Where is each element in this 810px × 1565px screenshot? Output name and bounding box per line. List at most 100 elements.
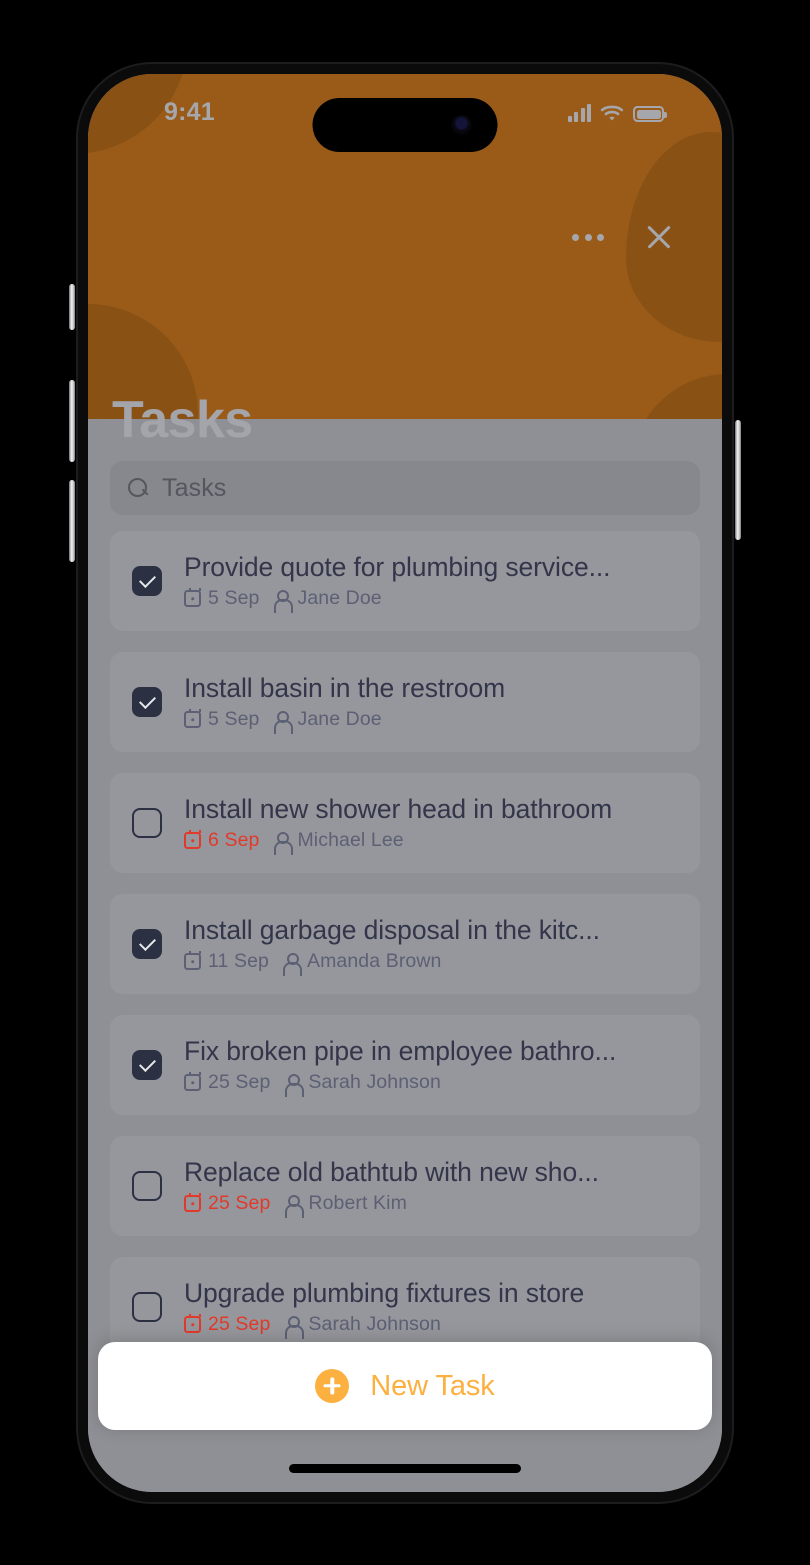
- person-icon: [283, 1315, 304, 1340]
- status-bar-indicators: [567, 100, 667, 122]
- page-title: Tasks: [112, 391, 253, 449]
- task-date-label: 25 Sep: [208, 1313, 271, 1336]
- task-title: Provide quote for plumbing service...: [184, 551, 611, 582]
- task-due-date: 5 Sep: [184, 708, 259, 731]
- task-row[interactable]: Fix broken pipe in employee bathro... 25 …: [110, 1015, 700, 1115]
- task-due-date: 11 Sep: [184, 950, 269, 973]
- calendar-icon: [184, 708, 201, 729]
- calendar-icon: [184, 829, 201, 850]
- search-placeholder: Tasks: [162, 473, 227, 502]
- task-date-label: 25 Sep: [208, 1192, 271, 1215]
- calendar-icon: [184, 1192, 201, 1213]
- task-assignee: Sarah Johnson: [283, 1071, 441, 1098]
- person-icon: [282, 952, 303, 977]
- front-camera-icon: [451, 115, 472, 135]
- task-row[interactable]: Provide quote for plumbing service... 5 S…: [110, 531, 700, 631]
- task-assignee-label: Robert Kim: [308, 1192, 407, 1215]
- silent-switch-button[interactable]: [69, 284, 75, 330]
- task-meta: 6 Sep Michael Lee: [184, 829, 678, 856]
- volume-up-button[interactable]: [69, 380, 75, 462]
- decorative-blob-bottom-right: [632, 374, 722, 419]
- status-bar-time: 9:41: [164, 98, 215, 126]
- new-task-button[interactable]: New Task: [98, 1342, 712, 1430]
- task-assignee-label: Sarah Johnson: [308, 1071, 441, 1094]
- task-title: Fix broken pipe in employee bathro...: [184, 1035, 617, 1066]
- task-title: Install basin in the restroom: [184, 672, 506, 703]
- task-date-label: 11 Sep: [208, 950, 269, 973]
- task-title: Replace old bathtub with new sho...: [184, 1156, 599, 1187]
- task-assignee-label: Jane Doe: [297, 587, 382, 610]
- task-assignee-label: Sarah Johnson: [308, 1313, 441, 1336]
- new-task-label: New Task: [370, 1369, 495, 1402]
- task-body: Install basin in the restroom 5 Sep Jane D…: [184, 672, 678, 735]
- task-checkbox-checked[interactable]: [132, 566, 162, 596]
- task-body: Upgrade plumbing fixtures in store 25 Sep…: [184, 1277, 678, 1340]
- task-meta: 25 Sep Robert Kim: [184, 1192, 678, 1219]
- task-title: Install garbage disposal in the kitc...: [184, 914, 600, 945]
- task-due-date: 25 Sep: [184, 1192, 270, 1215]
- task-due-date: 6 Sep: [184, 829, 259, 852]
- task-body: Install new shower head in bathroom 6 Sep…: [184, 793, 678, 856]
- task-title: Upgrade plumbing fixtures in store: [184, 1277, 585, 1308]
- task-date-label: 5 Sep: [208, 587, 260, 610]
- phone-screen: 9:41 Tasks Tasks Provide quote for plumb…: [88, 74, 722, 1492]
- task-meta: 11 Sep Amanda Brown: [184, 950, 678, 977]
- task-sheet: Tasks Provide quote for plumbing service…: [88, 419, 722, 1492]
- task-body: Provide quote for plumbing service... 5 S…: [184, 551, 678, 614]
- task-body: Replace old bathtub with new sho... 25 Se…: [184, 1156, 678, 1219]
- person-icon: [272, 831, 293, 856]
- task-checkbox-unchecked[interactable]: [132, 1292, 162, 1322]
- dynamic-island: [312, 98, 498, 152]
- person-icon: [272, 589, 293, 614]
- task-assignee-label: Michael Lee: [297, 829, 404, 852]
- task-checkbox-unchecked[interactable]: [132, 808, 162, 838]
- calendar-icon: [184, 950, 201, 971]
- person-icon: [283, 1194, 304, 1219]
- task-assignee: Sarah Johnson: [283, 1313, 441, 1340]
- calendar-icon: [184, 1071, 201, 1092]
- task-checkbox-checked[interactable]: [132, 1050, 162, 1080]
- person-icon: [283, 1073, 304, 1098]
- task-checkbox-unchecked[interactable]: [132, 1171, 162, 1201]
- task-assignee-label: Amanda Brown: [306, 950, 442, 973]
- search-icon: [128, 477, 149, 499]
- battery-icon: [633, 106, 667, 122]
- task-body: Fix broken pipe in employee bathro... 25 …: [184, 1035, 678, 1098]
- task-meta: 5 Sep Jane Doe: [184, 708, 678, 735]
- person-icon: [272, 710, 293, 735]
- power-button[interactable]: [735, 420, 741, 540]
- task-row[interactable]: Replace old bathtub with new sho... 25 Se…: [110, 1136, 700, 1236]
- phone-frame: 9:41 Tasks Tasks Provide quote for plumb…: [69, 57, 741, 1509]
- task-row[interactable]: Install basin in the restroom 5 Sep Jane D…: [110, 652, 700, 752]
- task-date-label: 5 Sep: [208, 708, 260, 731]
- task-row[interactable]: Install garbage disposal in the kitc... 1…: [110, 894, 700, 994]
- task-assignee: Jane Doe: [272, 587, 382, 614]
- task-meta: 5 Sep Jane Doe: [184, 587, 678, 614]
- more-options-icon[interactable]: [570, 226, 606, 249]
- task-date-label: 6 Sep: [208, 829, 260, 852]
- calendar-icon: [184, 1313, 201, 1334]
- task-assignee: Michael Lee: [272, 829, 404, 856]
- task-due-date: 5 Sep: [184, 587, 259, 610]
- task-checkbox-checked[interactable]: [132, 929, 162, 959]
- task-assignee: Amanda Brown: [282, 950, 442, 977]
- search-input[interactable]: Tasks: [110, 461, 700, 515]
- plus-circle-icon: [315, 1369, 350, 1403]
- task-row[interactable]: Install new shower head in bathroom 6 Sep…: [110, 773, 700, 873]
- task-due-date: 25 Sep: [184, 1313, 270, 1336]
- task-assignee: Robert Kim: [283, 1192, 407, 1219]
- task-assignee-label: Jane Doe: [297, 708, 382, 731]
- header-actions: [570, 222, 674, 252]
- task-date-label: 25 Sep: [208, 1071, 271, 1094]
- task-body: Install garbage disposal in the kitc... 1…: [184, 914, 678, 977]
- close-icon[interactable]: [644, 222, 674, 252]
- calendar-icon: [184, 587, 201, 608]
- home-indicator[interactable]: [289, 1464, 521, 1473]
- volume-down-button[interactable]: [69, 480, 75, 562]
- task-meta: 25 Sep Sarah Johnson: [184, 1313, 678, 1340]
- wifi-icon: [600, 105, 624, 121]
- cellular-signal-icon: [567, 104, 591, 122]
- task-checkbox-checked[interactable]: [132, 687, 162, 717]
- task-title: Install new shower head in bathroom: [184, 793, 613, 824]
- task-assignee: Jane Doe: [272, 708, 382, 735]
